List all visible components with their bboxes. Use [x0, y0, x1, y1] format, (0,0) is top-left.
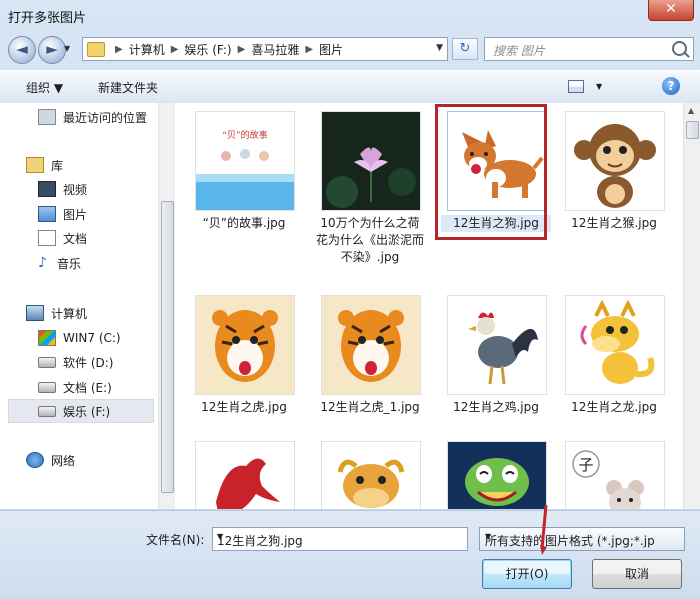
- refresh-button[interactable]: ↻: [452, 38, 478, 60]
- image-thumbnail: [565, 111, 665, 211]
- file-list: “贝”的故事 “贝”的故事.jpg 10万个为什么之荷花为什么《出淤泥而不染》.…: [175, 103, 683, 509]
- breadcrumb: ▶ 计算机 ▶ 娱乐 (F:) ▶ 喜马拉雅 ▶ 图片: [115, 41, 344, 58]
- search-icon[interactable]: [672, 41, 687, 56]
- view-icon[interactable]: [568, 80, 584, 93]
- sidebar-item-recent[interactable]: 最近访问的位置: [38, 107, 147, 127]
- tiger-image: [322, 296, 420, 394]
- lotus-image: [322, 112, 420, 210]
- organize-menu[interactable]: 组织 ▼: [26, 79, 63, 96]
- rat-image: 子: [566, 442, 664, 509]
- scroll-up-icon[interactable]: ▲: [688, 106, 694, 115]
- ox-image: [322, 442, 420, 509]
- windows-drive-icon: [38, 330, 56, 346]
- image-thumbnail: [321, 441, 421, 509]
- breadcrumb-item[interactable]: 喜马拉雅: [251, 41, 299, 58]
- filename-field[interactable]: 12生肖之狗.jpg ▼: [212, 527, 468, 551]
- close-button[interactable]: ✕: [648, 0, 694, 21]
- dragon-image: [566, 296, 664, 394]
- file-name: 10万个为什么之荷花为什么《出淤泥而不染》.jpg: [315, 216, 424, 264]
- sidebar-item-network[interactable]: 网络: [26, 450, 75, 470]
- file-name: 12生肖之鸡.jpg: [453, 400, 539, 414]
- rooster-image: [448, 296, 546, 394]
- filename-dropdown-icon[interactable]: ▼: [217, 532, 462, 541]
- sidebar-item-documents[interactable]: 文档: [38, 228, 87, 248]
- address-bar[interactable]: ▶ 计算机 ▶ 娱乐 (F:) ▶ 喜马拉雅 ▶ 图片 ▼: [82, 37, 448, 61]
- image-thumbnail: [565, 295, 665, 395]
- shell-story-title: “贝”的故事: [222, 129, 267, 141]
- drive-icon: [38, 381, 56, 393]
- image-thumbnail: [447, 441, 547, 509]
- address-dropdown-icon[interactable]: ▼: [436, 43, 443, 53]
- folder-icon: [87, 42, 105, 57]
- snake-image: [448, 442, 546, 509]
- recent-places-icon: [38, 109, 56, 125]
- drive-icon: [38, 405, 56, 417]
- search-placeholder: 搜索 图片: [493, 44, 545, 58]
- title-bar: 打开多张图片 ✕: [0, 0, 700, 30]
- horse-image: [196, 442, 294, 509]
- image-thumbnail: [447, 295, 547, 395]
- filename-label: 文件名(N):: [146, 533, 205, 547]
- monkey-image: [566, 112, 664, 210]
- navigation-row: ◄ ► ▼ ▶ 计算机 ▶ 娱乐 (F:) ▶ 喜马拉雅 ▶ 图片 ▼ ↻ 搜索…: [0, 32, 700, 66]
- network-icon: [26, 452, 44, 468]
- rat-character: 子: [578, 456, 593, 474]
- sidebar-item-music[interactable]: ♪ 音乐: [38, 253, 81, 273]
- image-thumbnail: [195, 295, 295, 395]
- breadcrumb-item[interactable]: 娱乐 (F:): [184, 41, 231, 58]
- file-type-select[interactable]: 所有支持的图片格式 (*.jpg;*.jp ▼: [479, 527, 685, 551]
- sidebar-item-videos[interactable]: 视频: [38, 179, 87, 199]
- help-icon[interactable]: ?: [662, 77, 680, 95]
- sidebar-item-computer[interactable]: 计算机: [26, 303, 87, 323]
- image-thumbnail: [321, 295, 421, 395]
- back-button[interactable]: ◄: [8, 36, 36, 64]
- video-icon: [38, 181, 56, 197]
- sidebar-item-drive-c[interactable]: WIN7 (C:): [38, 328, 121, 348]
- file-name: 12生肖之龙.jpg: [571, 400, 657, 414]
- sidebar-scrollbar[interactable]: [158, 103, 175, 509]
- documents-icon: [38, 230, 56, 246]
- image-thumbnail: “贝”的故事: [195, 111, 295, 211]
- sidebar-item-drive-e[interactable]: 文档 (E:): [38, 377, 112, 397]
- sidebar-item-drive-f[interactable]: 娱乐 (F:): [8, 399, 154, 423]
- content-scroll-thumb[interactable]: [686, 121, 699, 139]
- annotation-arrow: [540, 505, 548, 555]
- recent-pages-dropdown-icon[interactable]: ▼: [64, 44, 70, 53]
- library-icon: [26, 157, 44, 173]
- window-title: 打开多张图片: [8, 11, 87, 26]
- drive-icon: [38, 356, 56, 368]
- image-thumbnail: 子: [565, 441, 665, 509]
- breadcrumb-item[interactable]: 图片: [319, 41, 343, 58]
- selection-highlight: [435, 104, 547, 240]
- sidebar-item-drive-d[interactable]: 软件 (D:): [38, 352, 113, 372]
- tiger-image: [196, 296, 294, 394]
- sidebar-scroll-thumb[interactable]: [161, 201, 174, 493]
- content-scrollbar[interactable]: ▲: [683, 103, 700, 509]
- view-dropdown-icon[interactable]: ▼: [596, 82, 602, 91]
- file-type-dropdown-icon[interactable]: ▼: [485, 532, 680, 541]
- command-toolbar: 组织 ▼ 新建文件夹 ▼ ?: [0, 70, 700, 104]
- computer-icon: [26, 305, 44, 321]
- file-name: 12生肖之虎_1.jpg: [320, 400, 420, 414]
- image-thumbnail: [195, 441, 295, 509]
- sidebar-item-pictures[interactable]: 图片: [38, 204, 87, 224]
- open-dialog: 打开多张图片 ✕ ◄ ► ▼ ▶ 计算机 ▶ 娱乐 (F:) ▶ 喜马拉雅 ▶ …: [0, 0, 700, 599]
- navigation-pane: 最近访问的位置 库 视频 图片 文档 ♪ 音乐 计算机 WIN7 (C:) 软件…: [0, 103, 175, 509]
- dialog-footer: 文件名(N): 12生肖之狗.jpg ▼ 所有支持的图片格式 (*.jpg;*.…: [0, 510, 700, 599]
- forward-button[interactable]: ►: [38, 36, 66, 64]
- image-thumbnail: [321, 111, 421, 211]
- file-name: “贝”的故事.jpg: [202, 216, 286, 230]
- search-input[interactable]: 搜索 图片: [484, 37, 694, 61]
- pictures-icon: [38, 206, 56, 222]
- music-icon: ♪: [38, 255, 47, 271]
- new-folder-button[interactable]: 新建文件夹: [98, 79, 158, 96]
- shell-story-image: “贝”的故事: [196, 112, 294, 210]
- breadcrumb-item[interactable]: 计算机: [129, 41, 165, 58]
- cancel-button[interactable]: 取消: [592, 559, 682, 589]
- sidebar-item-libraries[interactable]: 库: [26, 155, 63, 175]
- open-button[interactable]: 打开(O): [482, 559, 572, 589]
- file-name: 12生肖之猴.jpg: [571, 216, 657, 230]
- file-name: 12生肖之虎.jpg: [201, 400, 287, 414]
